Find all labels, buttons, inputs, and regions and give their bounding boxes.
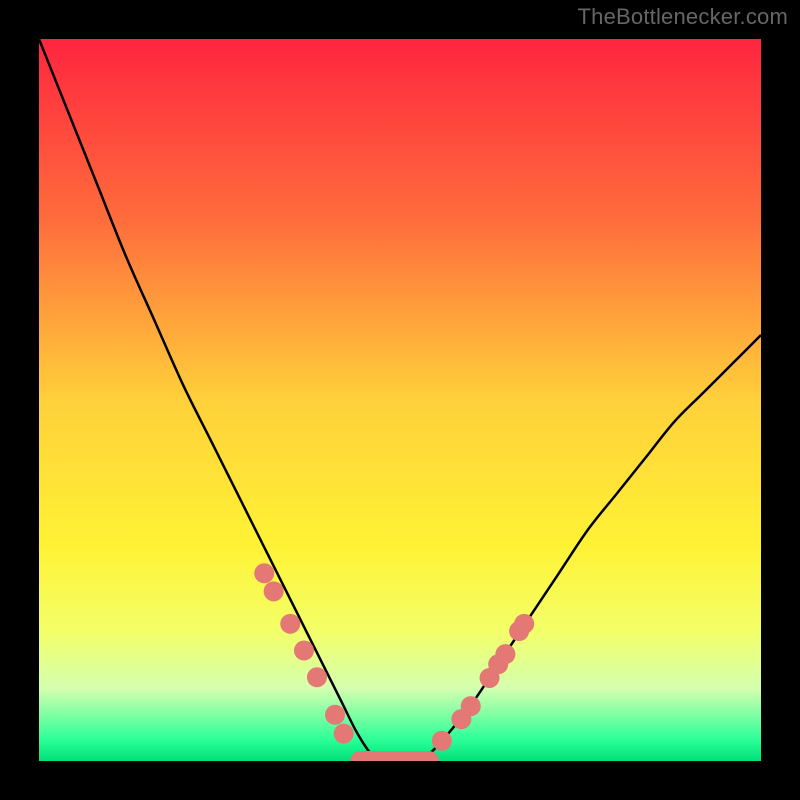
curve-marker bbox=[514, 614, 534, 634]
chart-background-gradient bbox=[39, 39, 761, 761]
curve-marker bbox=[294, 641, 314, 661]
curve-marker bbox=[264, 581, 284, 601]
marker-base bbox=[350, 751, 439, 761]
curve-marker bbox=[461, 696, 481, 716]
curve-marker bbox=[254, 563, 274, 583]
curve-marker bbox=[495, 644, 515, 664]
curve-marker bbox=[307, 667, 327, 687]
chart-outer-frame: TheBottlenecker.com bbox=[0, 0, 800, 800]
curve-marker bbox=[334, 724, 354, 744]
curve-marker bbox=[432, 731, 452, 751]
curve-marker bbox=[325, 705, 345, 725]
watermark-text: TheBottlenecker.com bbox=[578, 4, 788, 30]
curve-marker bbox=[280, 614, 300, 634]
bottleneck-chart bbox=[39, 39, 761, 761]
